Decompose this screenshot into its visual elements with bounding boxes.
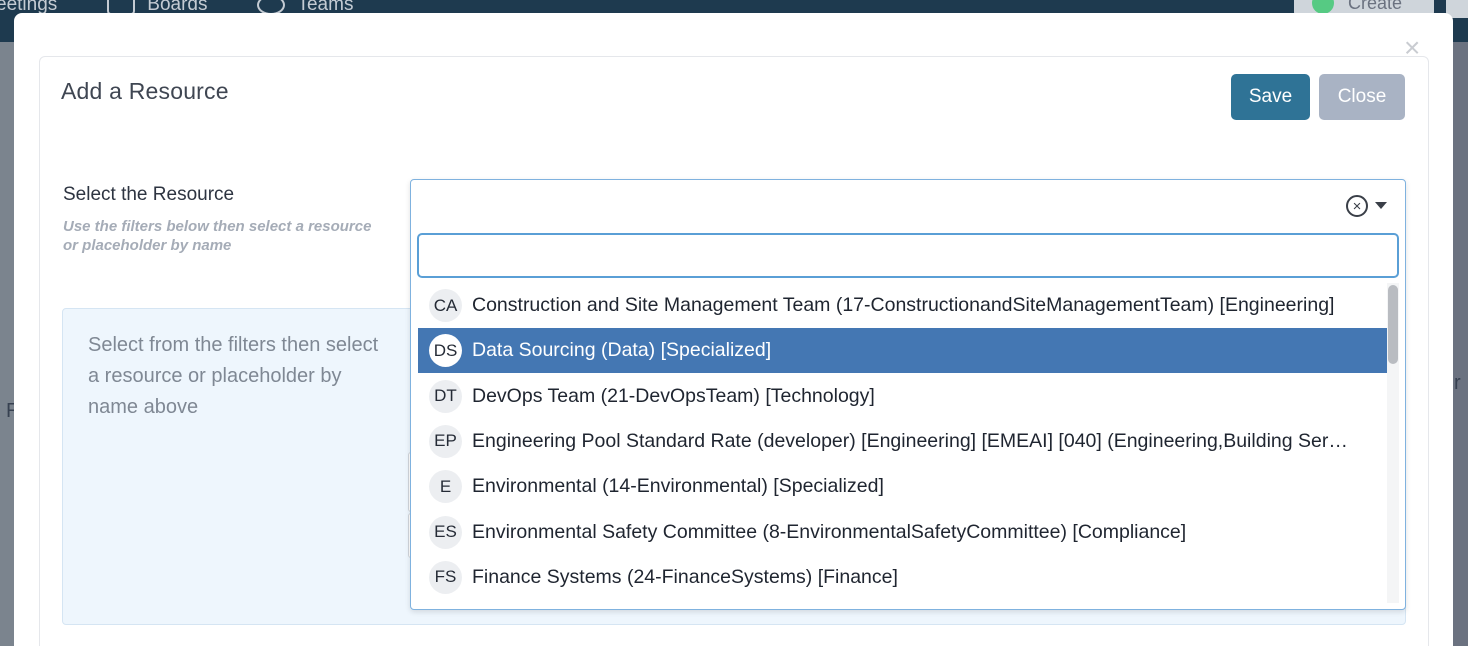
plus-icon xyxy=(1312,0,1334,14)
avatar: CA xyxy=(429,289,462,322)
chevron-down-icon[interactable] xyxy=(1375,202,1387,209)
resource-option[interactable]: DT DevOps Team (21-DevOpsTeam) [Technolog… xyxy=(418,374,1387,419)
resource-option-label: DevOps Team (21-DevOpsTeam) [Technology] xyxy=(472,384,875,407)
avatar: DS xyxy=(429,334,462,368)
close-button[interactable]: Close xyxy=(1319,74,1405,120)
avatar: EP xyxy=(429,424,462,458)
resource-option[interactable]: EP Engineering Pool Standard Rate (develo… xyxy=(418,419,1387,464)
avatar: DT xyxy=(429,379,462,413)
filter-info-text: Select from the filters then select a re… xyxy=(88,334,379,418)
resource-option[interactable]: FS Finance Systems (24-FinanceSystems) [F… xyxy=(418,555,1387,600)
scrollbar-thumb[interactable] xyxy=(1388,285,1398,364)
resource-option-label: Environmental Safety Committee (8-Enviro… xyxy=(472,520,1187,543)
field-label: Select the Resource xyxy=(63,184,235,205)
create-button-label: Create xyxy=(1348,0,1403,13)
resource-search-input[interactable] xyxy=(417,233,1399,278)
save-button[interactable]: Save xyxy=(1231,74,1310,120)
background-sidebar xyxy=(0,42,14,646)
resource-option-label: Environmental (14-Environmental) [Specia… xyxy=(472,475,884,498)
clear-icon[interactable]: × xyxy=(1346,195,1368,217)
resource-option[interactable]: ES Environmental Safety Committee (8-Envi… xyxy=(418,510,1387,555)
resource-option-label: Finance Systems (24-FinanceSystems) [Fin… xyxy=(472,565,898,588)
resource-option-list: CA Construction and Site Management Team … xyxy=(418,283,1387,603)
resource-option[interactable]: CA Construction and Site Management Team … xyxy=(418,283,1387,328)
resource-option-label: Construction and Site Management Team (1… xyxy=(472,294,1335,316)
avatar: ES xyxy=(429,515,462,549)
resource-option-label: Data Sourcing (Data) [Specialized] xyxy=(472,339,772,362)
resource-option[interactable]: DS Data Sourcing (Data) [Specialized] xyxy=(418,328,1387,374)
avatar: FS xyxy=(429,560,462,594)
resource-option[interactable]: E Environmental (14-Environmental) [Speci… xyxy=(418,464,1387,509)
background-letter-right: r xyxy=(1454,372,1461,394)
resource-option-label: Engineering Pool Standard Rate (develope… xyxy=(472,429,1357,452)
avatar: E xyxy=(429,470,462,504)
modal-title: Add a Resource xyxy=(61,78,229,104)
field-hint: Use the filters below then select a reso… xyxy=(63,218,372,254)
